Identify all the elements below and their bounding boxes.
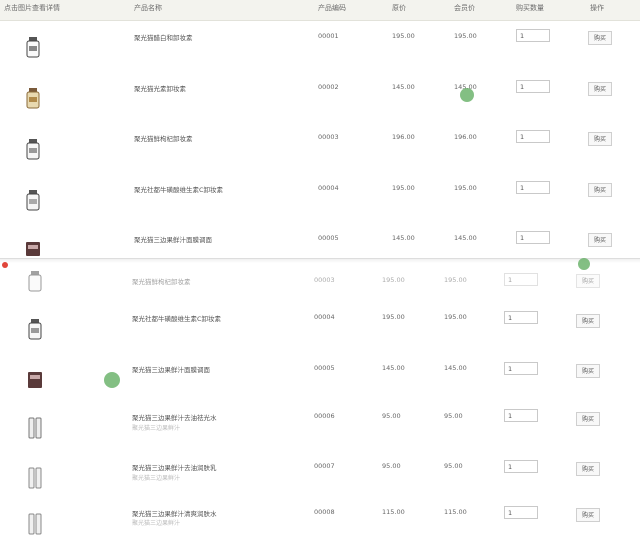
product-name: 聚光猫三边果鲜汁清爽润肤水 [132, 510, 217, 518]
quantity-input[interactable]: 1 [516, 130, 550, 143]
product-price: 196.00 [392, 133, 415, 141]
product-price: 145.00 [382, 364, 405, 372]
product-thumbnail[interactable] [24, 87, 42, 111]
header-member-price: 会员价 [454, 4, 475, 12]
product-code: 00004 [314, 313, 335, 321]
product-name: 聚光社都牛磺酸维生素C卸妆素 [134, 186, 224, 194]
product-name: 聚光社都牛磺酸维生素C卸妆素 [132, 315, 222, 323]
product-member-price: 95.00 [444, 462, 463, 470]
product-member-price: 195.00 [454, 184, 477, 192]
product-member-price: 195.00 [454, 32, 477, 40]
buy-button[interactable]: 购买 [588, 183, 612, 197]
product-member-price: 145.00 [454, 234, 477, 242]
product-price: 195.00 [382, 276, 405, 284]
product-code: 00003 [318, 133, 339, 141]
quantity-input[interactable]: 1 [516, 231, 550, 244]
header-name: 产品名称 [134, 4, 162, 12]
product-member-price: 195.00 [444, 313, 467, 321]
product-code: 00006 [314, 412, 335, 420]
cursor-highlight [578, 258, 590, 270]
buy-button[interactable]: 购买 [588, 233, 612, 247]
buy-button[interactable]: 购买 [576, 508, 600, 522]
product-code: 00004 [318, 184, 339, 192]
product-thumbnail[interactable] [26, 318, 44, 342]
product-code: 00008 [314, 508, 335, 516]
product-thumbnail[interactable] [24, 138, 42, 162]
product-code: 00005 [314, 364, 335, 372]
header-price: 原价 [392, 4, 406, 12]
quantity-input[interactable]: 1 [504, 460, 538, 473]
quantity-input[interactable]: 1 [504, 273, 538, 286]
cursor-highlight [460, 88, 474, 102]
product-member-price: 195.00 [444, 276, 467, 284]
product-thumbnail[interactable] [26, 466, 44, 490]
product-thumbnail[interactable] [26, 416, 44, 440]
buy-button[interactable]: 购买 [588, 82, 612, 96]
status-dot-icon [2, 262, 8, 268]
product-name: 聚光猫三边果鲜汁去油祛光水 [132, 414, 217, 422]
product-price: 195.00 [392, 184, 415, 192]
product-name: 聚光猫醋白和卸妆素 [134, 34, 193, 42]
header-qty: 购买数量 [516, 4, 544, 12]
product-thumbnail[interactable] [24, 236, 42, 260]
product-name: 聚光猫三边果鲜汁面膜调面 [134, 236, 212, 244]
header-image: 点击图片查看详情 [4, 4, 60, 12]
product-member-price: 145.00 [444, 364, 467, 372]
product-thumbnail[interactable] [26, 368, 44, 392]
product-member-price: 196.00 [454, 133, 477, 141]
product-name: 聚光猫鲜枸杞卸妆素 [132, 278, 191, 286]
product-price: 95.00 [382, 412, 401, 420]
product-subtitle: 聚光猫三边果鲜汁 [132, 475, 181, 482]
quantity-input[interactable]: 1 [504, 362, 538, 375]
quantity-input[interactable]: 1 [516, 181, 550, 194]
quantity-input[interactable]: 1 [516, 80, 550, 93]
buy-button[interactable]: 购买 [576, 462, 600, 476]
product-price: 115.00 [382, 508, 405, 516]
product-name: 聚光猫三边果鲜汁面膜调面 [132, 366, 210, 374]
header-action: 操作 [590, 4, 604, 12]
section-divider [0, 258, 640, 263]
product-name: 聚光猫鲜枸杞卸妆素 [134, 135, 193, 143]
cursor-highlight [104, 372, 120, 388]
product-thumbnail[interactable] [26, 512, 44, 536]
buy-button[interactable]: 购买 [576, 412, 600, 426]
product-code: 00001 [318, 32, 339, 40]
buy-button[interactable]: 购买 [576, 314, 600, 328]
product-code: 00007 [314, 462, 335, 470]
buy-button[interactable]: 购买 [588, 31, 612, 45]
product-thumbnail[interactable] [26, 270, 44, 294]
product-subtitle: 聚光猫三边果鲜汁 [132, 520, 181, 527]
quantity-input[interactable]: 1 [504, 506, 538, 519]
product-member-price: 95.00 [444, 412, 463, 420]
quantity-input[interactable]: 1 [504, 409, 538, 422]
product-name: 聚光猫三边果鲜汁去油润肤乳 [132, 464, 217, 472]
quantity-input[interactable]: 1 [516, 29, 550, 42]
product-thumbnail[interactable] [24, 189, 42, 213]
product-name: 聚光猫光素卸妆素 [134, 85, 186, 93]
product-price: 195.00 [382, 313, 405, 321]
product-code: 00002 [318, 83, 339, 91]
product-thumbnail[interactable] [24, 36, 42, 60]
product-member-price: 115.00 [444, 508, 467, 516]
product-code: 00003 [314, 276, 335, 284]
buy-button[interactable]: 购买 [576, 274, 600, 288]
product-code: 00005 [318, 234, 339, 242]
product-price: 145.00 [392, 83, 415, 91]
product-price: 145.00 [392, 234, 415, 242]
buy-button[interactable]: 购买 [588, 132, 612, 146]
product-subtitle: 聚光猫三边果鲜汁 [132, 425, 181, 432]
header-code: 产品编码 [318, 4, 346, 12]
quantity-input[interactable]: 1 [504, 311, 538, 324]
product-price: 95.00 [382, 462, 401, 470]
table-header: 点击图片查看详情 产品名称 产品编码 原价 会员价 购买数量 操作 [0, 0, 640, 21]
product-price: 195.00 [392, 32, 415, 40]
buy-button[interactable]: 购买 [576, 364, 600, 378]
